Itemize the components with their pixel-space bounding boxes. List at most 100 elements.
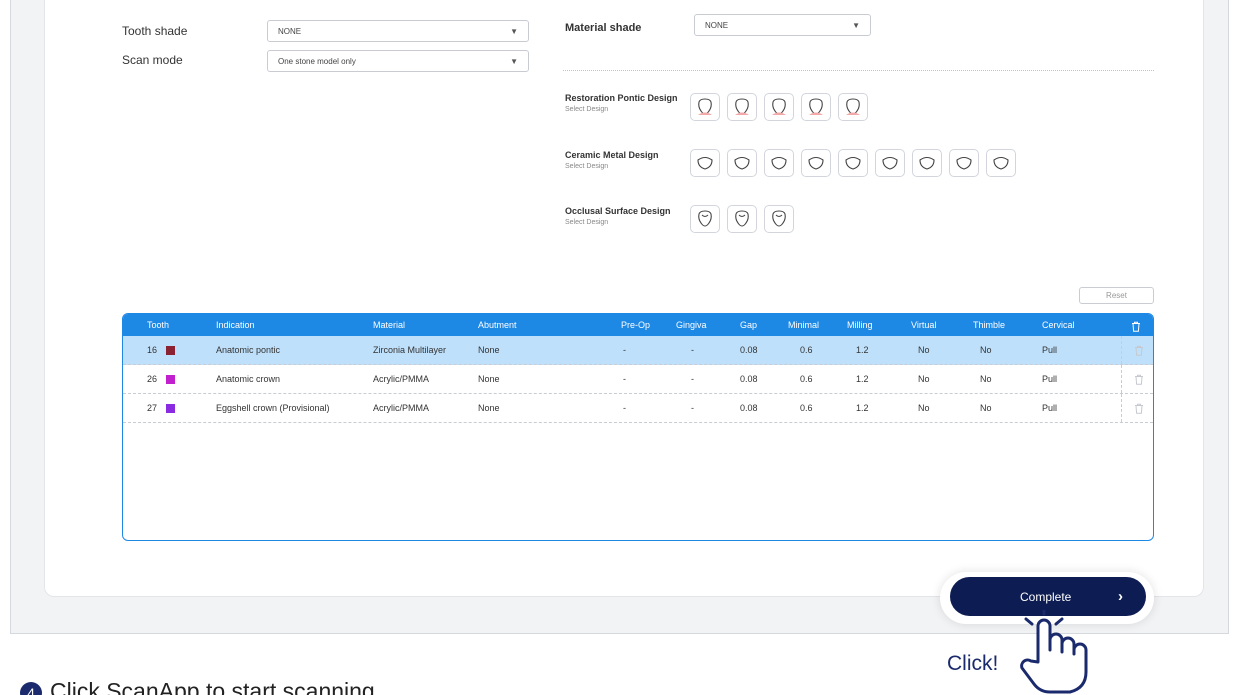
material-shade-label: Material shade: [565, 22, 641, 34]
tooth-shade-label: Tooth shade: [122, 24, 187, 38]
pontic-design-tile-3[interactable]: [764, 93, 794, 121]
occlusal-design-tile-2[interactable]: [727, 205, 757, 233]
pontic-design-tile-5[interactable]: [838, 93, 868, 121]
cell-minimal: 0.6: [800, 365, 813, 393]
col-minimal: Minimal: [788, 314, 819, 336]
tooth-design-icon: [732, 97, 752, 117]
cell-gap: 0.08: [740, 394, 758, 422]
restoration-pontic-title: Restoration Pontic Design: [565, 93, 678, 103]
ceramic-design-tile-4[interactable]: [801, 149, 831, 177]
tooth-design-icon: [880, 153, 900, 173]
ceramic-design-tile-7[interactable]: [912, 149, 942, 177]
tooth-design-icon: [806, 153, 826, 173]
cell-cervical: Pull: [1042, 336, 1057, 364]
tooth-design-icon: [917, 153, 937, 173]
trash-icon: [1134, 403, 1144, 414]
delete-row-button[interactable]: [1121, 365, 1154, 393]
cell-virtual: No: [918, 365, 930, 393]
cell-gap: 0.08: [740, 336, 758, 364]
ceramic-design-tile-1[interactable]: [690, 149, 720, 177]
ceramic-design-tile-6[interactable]: [875, 149, 905, 177]
scan-mode-select[interactable]: One stone model only ▼: [267, 50, 529, 72]
tooth-design-icon: [843, 153, 863, 173]
cell-virtual: No: [918, 394, 930, 422]
tooth-design-icon: [695, 153, 715, 173]
cell-preop: -: [623, 365, 626, 393]
tooth-design-icon: [991, 153, 1011, 173]
cell-indication: Anatomic crown: [216, 365, 280, 393]
table-header: Tooth Indication Material Abutment Pre-O…: [123, 314, 1153, 336]
table-row[interactable]: 26Anatomic crownAcrylic/PMMANone--0.080.…: [123, 365, 1153, 394]
ceramic-design-tile-2[interactable]: [727, 149, 757, 177]
tooth-shade-select[interactable]: NONE ▼: [267, 20, 529, 42]
delete-row-button[interactable]: [1121, 394, 1154, 422]
cell-preop: -: [623, 394, 626, 422]
pontic-design-tile-2[interactable]: [727, 93, 757, 121]
reset-button[interactable]: Reset: [1079, 287, 1154, 304]
chevron-down-icon: ▼: [510, 27, 518, 36]
ceramic-design-tile-3[interactable]: [764, 149, 794, 177]
occlusal-design-tile-1[interactable]: [690, 205, 720, 233]
table-row[interactable]: 16Anatomic ponticZirconia MultilayerNone…: [123, 336, 1153, 365]
tooth-design-icon: [769, 209, 789, 229]
tooth-color-swatch: [166, 404, 175, 413]
trash-icon[interactable]: [1131, 319, 1141, 337]
col-material: Material: [373, 314, 405, 336]
material-shade-value: NONE: [705, 21, 728, 30]
col-virtual: Virtual: [911, 314, 936, 336]
cell-minimal: 0.6: [800, 336, 813, 364]
tooth-design-icon: [769, 153, 789, 173]
scan-mode-value: One stone model only: [278, 57, 356, 66]
occlusal-design-tile-3[interactable]: [764, 205, 794, 233]
tooth-design-icon: [769, 97, 789, 117]
tooth-color-swatch: [166, 375, 175, 384]
table-row[interactable]: 27Eggshell crown (Provisional)Acrylic/PM…: [123, 394, 1153, 423]
cell-minimal: 0.6: [800, 394, 813, 422]
col-abutment: Abutment: [478, 314, 517, 336]
cell-preop: -: [623, 336, 626, 364]
step-number: 4: [20, 682, 42, 695]
ceramic-design-tile-8[interactable]: [949, 149, 979, 177]
pointer-hand-icon: [1012, 610, 1092, 695]
tooth-color-swatch: [166, 346, 175, 355]
col-tooth: Tooth: [147, 314, 169, 336]
divider: [563, 70, 1154, 71]
tooth-design-icon: [732, 153, 752, 173]
tooth-design-icon: [954, 153, 974, 173]
cell-abutment: None: [478, 336, 500, 364]
tooth-shade-value: NONE: [278, 27, 301, 36]
pontic-design-tile-4[interactable]: [801, 93, 831, 121]
cell-indication: Anatomic pontic: [216, 336, 280, 364]
cell-tooth: 26: [147, 365, 157, 393]
click-annotation: Click!: [947, 652, 998, 676]
scan-mode-label: Scan mode: [122, 53, 183, 67]
tooth-design-icon: [695, 209, 715, 229]
ceramic-design-tile-5[interactable]: [838, 149, 868, 177]
step-text: Click ScanApp to start scanning: [50, 678, 375, 695]
cell-thimble: No: [980, 336, 992, 364]
delete-row-button[interactable]: [1121, 336, 1154, 364]
tooth-design-icon: [732, 209, 752, 229]
cell-tooth: 27: [147, 394, 157, 422]
cell-cervical: Pull: [1042, 394, 1057, 422]
chevron-down-icon: ▼: [852, 21, 860, 30]
pontic-design-tile-1[interactable]: [690, 93, 720, 121]
col-gingiva: Gingiva: [676, 314, 707, 336]
step-caption: 4 Click ScanApp to start scanning: [20, 678, 375, 695]
col-milling: Milling: [847, 314, 873, 336]
col-gap: Gap: [740, 314, 757, 336]
cell-material: Acrylic/PMMA: [373, 394, 429, 422]
cell-virtual: No: [918, 336, 930, 364]
cell-abutment: None: [478, 394, 500, 422]
occlusal-surface-title: Occlusal Surface Design: [565, 206, 671, 216]
cell-gingiva: -: [691, 365, 694, 393]
material-shade-select[interactable]: NONE ▼: [694, 14, 871, 36]
cell-gingiva: -: [691, 336, 694, 364]
ceramic-design-tile-9[interactable]: [986, 149, 1016, 177]
trash-icon: [1134, 345, 1144, 356]
chevron-right-icon: ›: [1118, 588, 1123, 605]
trash-icon: [1134, 374, 1144, 385]
cell-milling: 1.2: [856, 394, 869, 422]
cell-material: Acrylic/PMMA: [373, 365, 429, 393]
tooth-design-icon: [843, 97, 863, 117]
